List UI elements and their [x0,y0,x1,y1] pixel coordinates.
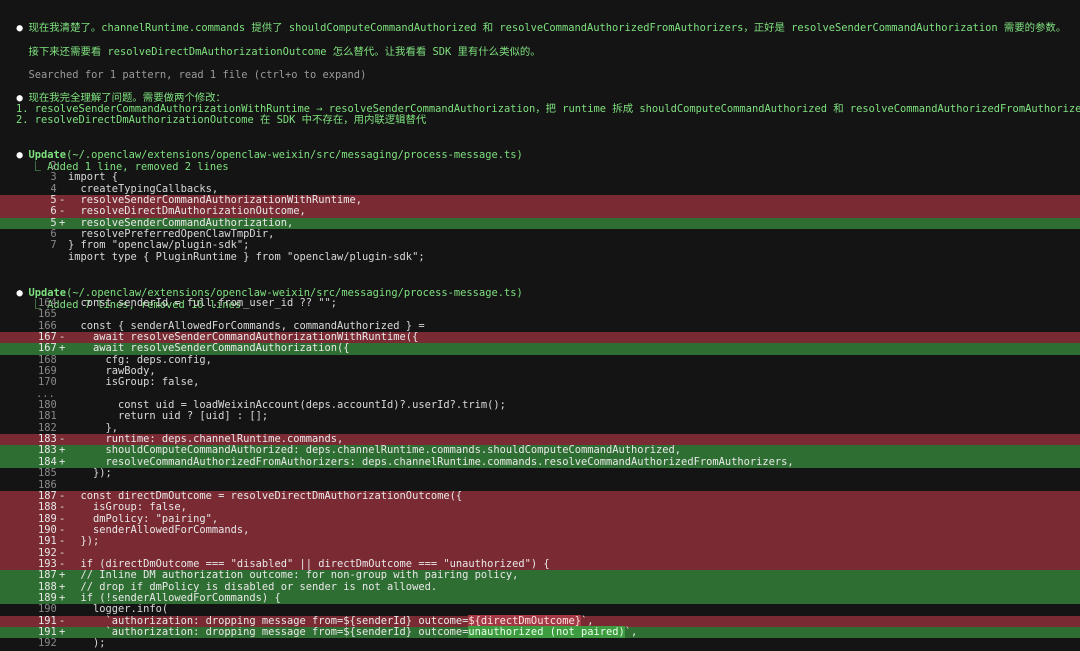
diff-sign: + [59,625,66,638]
code-segment: rawBody, [68,365,156,378]
code-segment: ); [68,637,106,650]
code-segment: // drop if dmPolicy is disabled or sende… [68,580,438,593]
code-segment: const uid = loadWeixinAccount(deps.accou… [68,399,506,412]
code-segment: }, [68,421,119,434]
line-number: 190 [38,603,57,616]
inline-change-highlight: ${directDmOutcome} [468,614,581,627]
code-text: resolveCommandAuthorizedFromAuthorizers:… [68,455,794,468]
code-segment: return uid ? [uid] : []; [68,410,269,423]
code-text: import type { PluginRuntime } from "open… [68,250,425,263]
code-segment: `, [624,625,638,638]
diff-sign: - [59,501,66,514]
assistant-message-1: ● 现在我清楚了。channelRuntime.commands 提供了 shou… [4,10,1067,34]
code-segment: const senderId = full.from_user_id ?? ""… [68,297,338,309]
diff-sign: - [59,535,66,548]
line-number: 188 [38,501,57,514]
code-segment: shouldComputeCommandAuthorized: deps.cha… [68,444,682,457]
line-number: 3 [50,171,57,184]
code-text: isGroup: false, [68,376,200,389]
code-segment: const { senderAllowedForCommands, comman… [68,319,425,332]
code-segment: dmPolicy: "pairing", [68,512,219,525]
diff-line-context: 2 [0,160,1080,172]
code-segment: resolveCommandAuthorizedFromAuthorizers:… [68,455,794,468]
diff-line-context: 181 return uid ? [uid] : []; [0,410,1080,423]
diff-sign: + [59,569,66,582]
code-segment: if (directDmOutcome === "disabled" || di… [68,557,550,570]
code-segment: import { [68,171,119,184]
inline-change-highlight: unauthorized (not paired) [468,625,625,638]
diff-sign: + [59,455,66,468]
code-segment: runtime: deps.channelRuntime.commands, [68,433,344,446]
code-segment: await resolveSenderCommandAuthorization(… [68,342,350,355]
line-number: 187 [38,569,57,582]
code-segment: if (!senderAllowedForCommands) { [68,591,281,604]
line-number: 191 [38,535,57,548]
code-segment: `, [580,614,594,627]
diff-line-context: 170 isGroup: false, [0,376,1080,389]
diff-line-context: 185 }); [0,467,1080,480]
code-segment: createTypingCallbacks, [68,182,219,195]
code-segment: resolveDirectDmAuthorizationOutcome, [68,205,306,218]
code-segment: // Inline DM authorization outcome: for … [68,569,519,582]
line-number: 7 [50,239,57,252]
plan-item-2: 2. resolveDirectDmAuthorizationOutcome 在… [16,114,427,126]
code-segment: resolveSenderCommandAuthorizationWithRun… [68,194,363,207]
assistant-message-3: ● 现在我完全理解了问题。需要做两个修改： [4,80,226,104]
code-segment: const directDmOutcome = resolveDirectDmA… [68,489,463,502]
diff-line-added: 184 + resolveCommandAuthorizedFromAuthori… [0,455,1080,469]
code-text: `authorization: dropping message from=${… [68,625,638,638]
code-segment: } from "openclaw/plugin-sdk"; [68,239,250,252]
diff-sign: + [59,216,66,229]
code-segment: isGroup: false, [68,376,200,389]
diff-block-2: 164 const senderId = full.from_user_id ?… [0,297,1080,650]
code-segment: `authorization: dropping message from=${… [68,614,469,627]
line-number: 192 [38,637,57,650]
code-segment: await resolveSenderCommandAuthorizationW… [68,331,419,344]
code-segment: }); [68,535,100,548]
code-segment: import type { PluginRuntime } from "open… [68,250,425,263]
diff-line-context: 164 const senderId = full.from_user_id ?… [0,297,1080,309]
diff-line-context: 192 ); [0,637,1080,650]
diff-line-context: 168 cfg: deps.config, [0,353,1080,366]
diff-sign: + [59,342,66,355]
code-text: ); [68,638,106,649]
diff-line-removed: 190- senderAllowedForCommands, [0,523,1080,537]
code-segment: resolveSenderCommandAuthorization, [68,216,294,229]
code-segment: resolvePreferredOpenClawTmpDir, [68,228,275,241]
line-number: 185 [38,467,57,480]
assistant-message-2: 接下来还需要看 resolveDirectDmAuthorizationOutc… [16,34,541,58]
line-number: 165 [38,308,57,321]
code-segment: }); [68,467,112,480]
tool-summary[interactable]: Searched for 1 pattern, read 1 file (ctr… [16,57,367,81]
diff-line-added: 191 + `authorization: dropping message fr… [0,625,1080,639]
code-segment: cfg: deps.config, [68,353,212,366]
message-text: 现在我清楚了。channelRuntime.commands 提供了 shoul… [28,22,1067,34]
code-segment: isGroup: false, [68,501,187,514]
diff-sign: + [59,591,66,604]
code-segment: `authorization: dropping message from=${… [68,625,469,638]
code-text: const senderId = full.from_user_id ?? ""… [68,297,338,309]
code-segment: senderAllowedForCommands, [68,523,250,536]
diff-line-context: import type { PluginRuntime } from "open… [0,250,1080,263]
code-text: }); [68,535,100,548]
code-segment: logger.info( [68,603,169,616]
code-text: }); [68,467,112,480]
message-bullet-icon: ● [16,22,23,34]
diff-line-removed: 191- }); [0,535,1080,548]
diff-block-1: 2 3 import {4 createTypingCallbacks, 5- res… [0,160,1080,263]
